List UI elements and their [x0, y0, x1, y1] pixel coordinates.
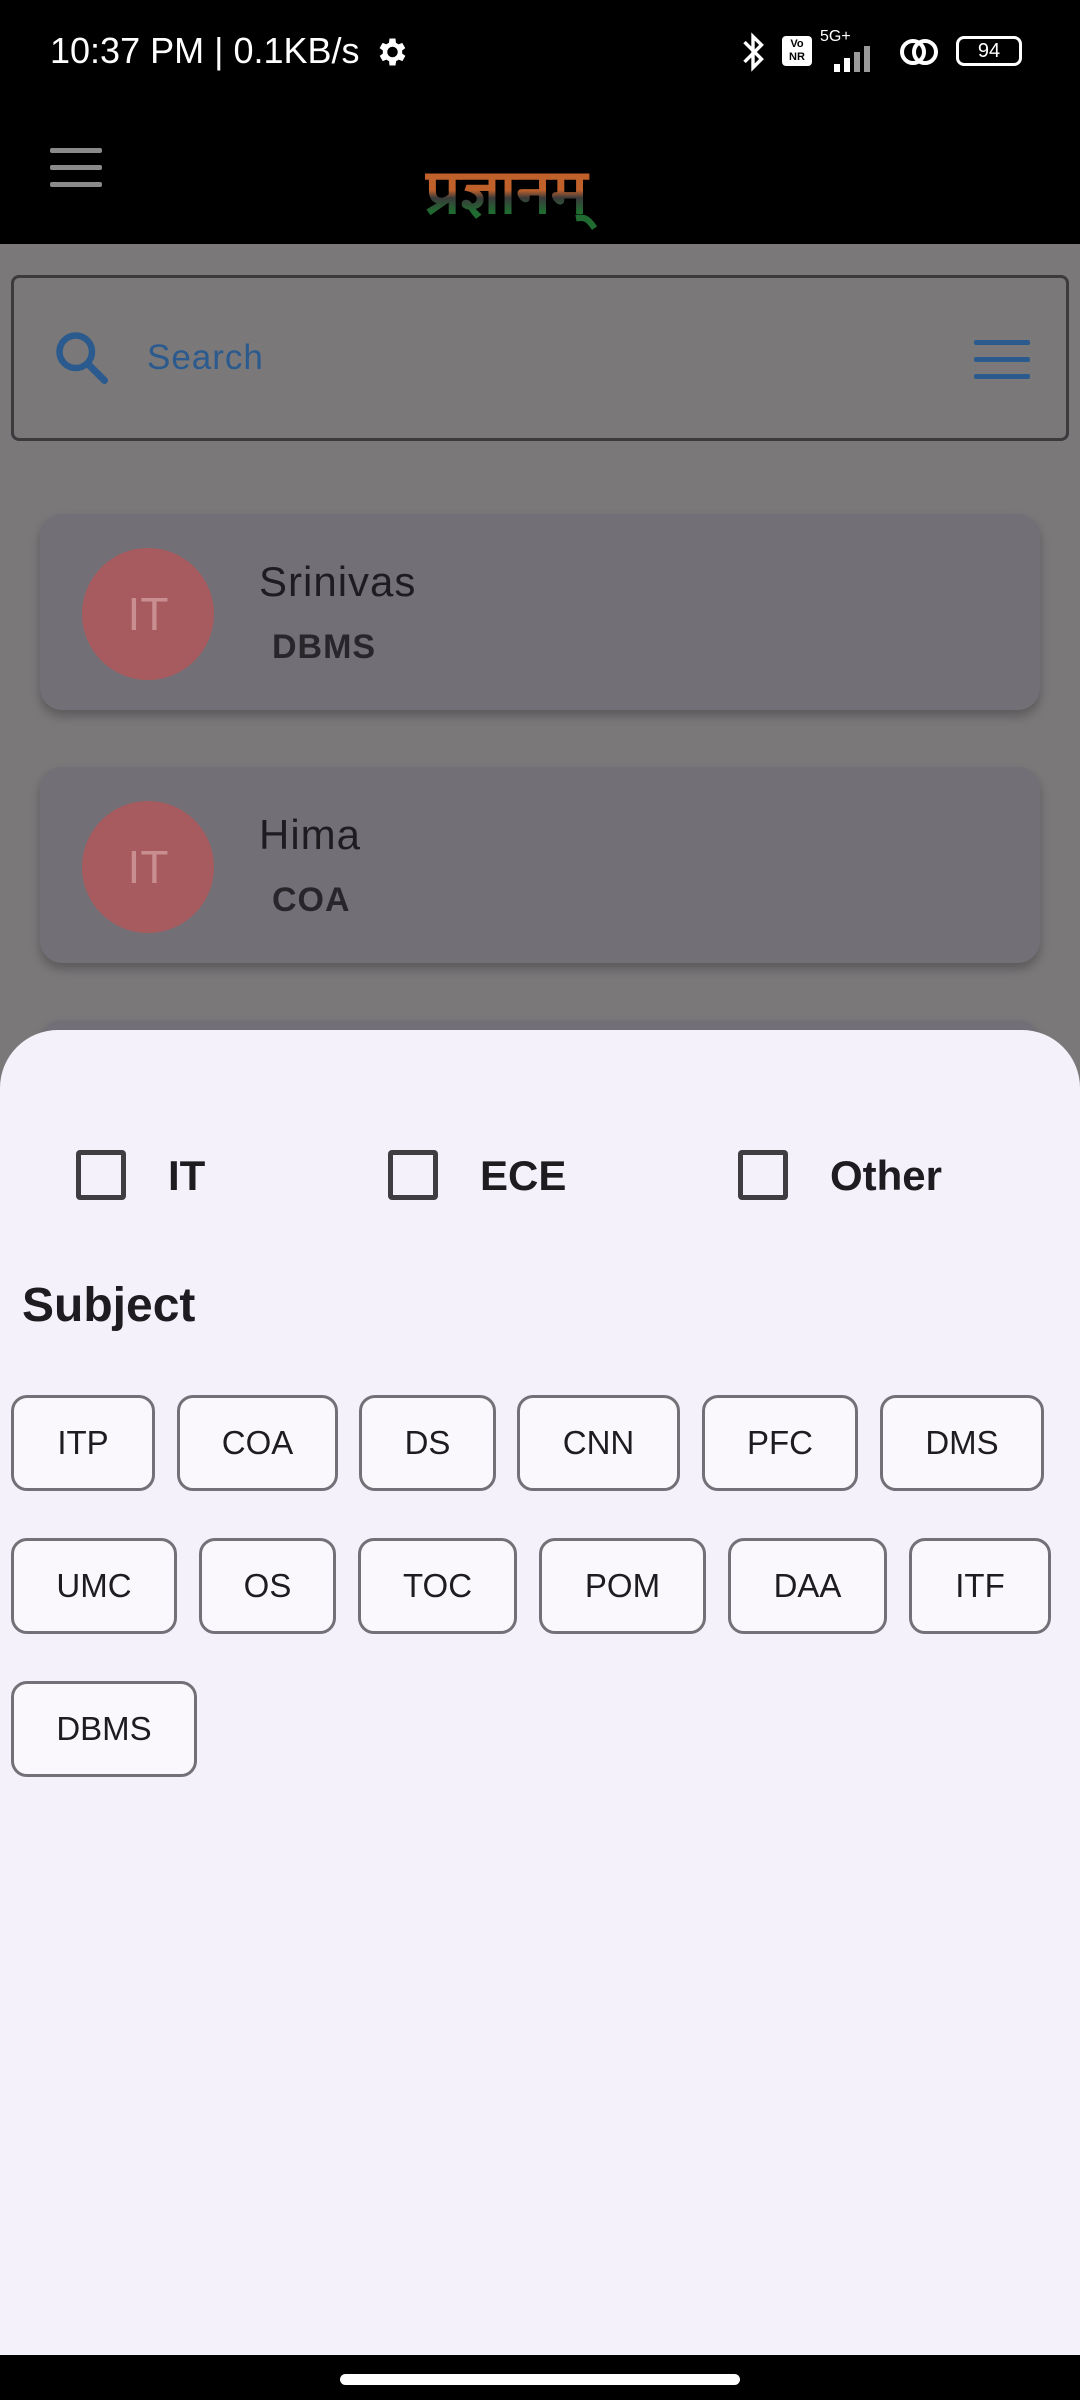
checkbox-box[interactable] — [738, 1150, 788, 1200]
signal-icon — [834, 46, 870, 72]
faculty-card[interactable]: IT Srinivas DBMS — [40, 514, 1040, 710]
filter-menu-icon[interactable] — [974, 340, 1030, 380]
search-input[interactable]: Search — [147, 338, 264, 378]
search-icon — [56, 332, 108, 384]
subject-chip-itf[interactable]: ITF — [909, 1538, 1051, 1634]
search-bar[interactable]: Search — [11, 275, 1069, 441]
card-subject: COA — [272, 881, 351, 919]
subject-chip-cnn[interactable]: CNN — [517, 1395, 680, 1491]
subject-chip-itp[interactable]: ITP — [11, 1395, 155, 1491]
subject-chip-dbms[interactable]: DBMS — [11, 1681, 197, 1777]
subject-chip-ds[interactable]: DS — [359, 1395, 496, 1491]
checkbox-box[interactable] — [76, 1150, 126, 1200]
subject-heading: Subject — [22, 1279, 196, 1332]
volte-icon: Vo NR — [782, 36, 812, 66]
faculty-card[interactable]: IT Hima COA — [40, 767, 1040, 963]
checkbox-ece[interactable]: ECE — [388, 1140, 628, 1210]
checkbox-label: Other — [830, 1152, 943, 1199]
subject-chip-pfc[interactable]: PFC — [702, 1395, 858, 1491]
subject-chip-coa[interactable]: COA — [177, 1395, 338, 1491]
status-time: 10:37 PM | 0.1KB/s — [50, 30, 360, 71]
card-name: Srinivas — [259, 558, 417, 605]
avatar: IT — [82, 548, 214, 680]
card-name: Hima — [259, 811, 362, 858]
volte-text: Vo NR — [789, 38, 805, 63]
navigation-bar — [0, 2355, 1080, 2400]
subject-chip-os[interactable]: OS — [199, 1538, 336, 1634]
subject-chip-dms[interactable]: DMS — [880, 1395, 1044, 1491]
checkbox-label: IT — [168, 1152, 206, 1199]
hotspot-icon — [900, 39, 938, 65]
filter-bottom-sheet: IT ECE Other Subject ITP COA DS CNN PFC … — [0, 1030, 1080, 2355]
app-bar: प्रज्ञानम् — [0, 108, 1080, 244]
avatar: IT — [82, 801, 214, 933]
status-bar: 10:37 PM | 0.1KB/s Vo NR 5G+ 94 — [0, 0, 1080, 108]
battery-icon: 94 — [956, 36, 1022, 66]
subject-chip-toc[interactable]: TOC — [358, 1538, 517, 1634]
screen: 10:37 PM | 0.1KB/s Vo NR 5G+ 94 प्रज्ञान… — [0, 0, 1080, 2400]
settings-gear-icon — [379, 38, 406, 66]
checkbox-it[interactable]: IT — [76, 1140, 276, 1210]
department-filters: IT ECE Other — [0, 1140, 1080, 1210]
subject-chip-umc[interactable]: UMC — [11, 1538, 177, 1634]
bluetooth-icon — [743, 32, 764, 72]
subject-chip-pom[interactable]: POM — [539, 1538, 706, 1634]
app-logo: प्रज्ञानम् — [425, 152, 665, 252]
battery-level: 94 — [977, 40, 1001, 62]
checkbox-other[interactable]: Other — [738, 1140, 998, 1210]
checkbox-label: ECE — [480, 1152, 567, 1199]
checkbox-box[interactable] — [388, 1150, 438, 1200]
hamburger-menu-icon[interactable] — [50, 148, 102, 188]
home-indicator[interactable] — [340, 2374, 740, 2385]
status-icons: Vo NR 5G+ 94 — [730, 28, 1030, 72]
card-subject: DBMS — [272, 628, 377, 666]
subject-chip-daa[interactable]: DAA — [728, 1538, 887, 1634]
